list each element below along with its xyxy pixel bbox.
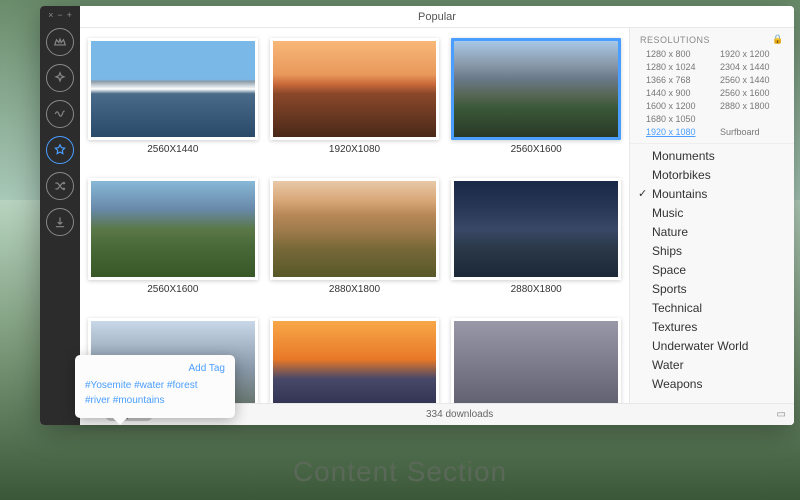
wallpaper-thumb[interactable] — [451, 318, 621, 403]
category-item[interactable]: Sports — [630, 279, 794, 298]
thumbnail-image[interactable] — [451, 38, 621, 140]
resolution-option[interactable]: 1366 x 768 — [638, 75, 712, 85]
category-item[interactable]: Motorbikes — [630, 165, 794, 184]
content: 2560X1440 1920X1080 2560X1600 2560X1600 2880… — [80, 28, 794, 403]
thumbnail-image[interactable] — [270, 178, 440, 280]
category-item[interactable]: Textures — [630, 317, 794, 336]
category-item[interactable]: Ships — [630, 241, 794, 260]
thumbnail-image[interactable] — [451, 318, 621, 403]
resolution-option — [712, 114, 786, 124]
wallpaper-grid: 2560X1440 1920X1080 2560X1600 2560X1600 2880… — [80, 28, 629, 403]
zoom-icon[interactable]: + — [67, 10, 72, 20]
resolution-option[interactable]: 1680 x 1050 — [638, 114, 712, 124]
window-controls[interactable]: × − + — [48, 10, 72, 20]
close-icon[interactable]: × — [48, 10, 53, 20]
shuffle-icon[interactable] — [46, 172, 74, 200]
sparkle-icon[interactable] — [46, 64, 74, 92]
category-list: MonumentsMotorbikesMountainsMusicNatureS… — [630, 143, 794, 403]
tags-popover: Add Tag #Yosemite #water #forest #river … — [75, 355, 235, 418]
lock-icon[interactable]: 🔒 — [772, 34, 784, 45]
crown-icon[interactable] — [46, 28, 74, 56]
wallpaper-thumb[interactable] — [270, 318, 440, 403]
category-item[interactable]: Weapons — [630, 374, 794, 393]
sidebar: × − + — [40, 6, 80, 425]
thumbnail-resolution: 2880X1800 — [329, 284, 380, 295]
right-panel: RESOLUTIONS 🔒 1280 x 8001920 x 12001280 … — [629, 28, 794, 403]
resolutions-heading: RESOLUTIONS — [640, 35, 710, 45]
thumbnail-image[interactable] — [270, 38, 440, 140]
display-icon[interactable]: ▭ — [766, 409, 786, 420]
wallpaper-thumb[interactable]: 2880X1800 — [270, 178, 440, 308]
download-icon[interactable] — [46, 208, 74, 236]
category-item[interactable]: Music — [630, 203, 794, 222]
resolution-option[interactable]: 1280 x 800 — [638, 49, 712, 59]
resolution-option[interactable]: 2304 x 1440 — [712, 62, 786, 72]
thumbnail-resolution: 2880X1800 — [511, 284, 562, 295]
thumbnail-resolution: 2560X1600 — [147, 284, 198, 295]
resolutions-grid: 1280 x 8001920 x 12001280 x 10242304 x 1… — [630, 49, 794, 141]
resolution-option[interactable]: 1920 x 1080 — [638, 127, 712, 137]
window-title: Popular — [418, 11, 456, 23]
category-item[interactable]: Monuments — [630, 146, 794, 165]
thumbnail-resolution: 2560X1600 — [511, 144, 562, 155]
titlebar: Popular — [80, 6, 794, 28]
resolution-option[interactable]: 2560 x 1600 — [712, 88, 786, 98]
resolution-option[interactable]: 1440 x 900 — [638, 88, 712, 98]
resolution-option[interactable]: 1280 x 1024 — [638, 62, 712, 72]
thumbnail-image[interactable] — [88, 178, 258, 280]
category-item[interactable]: Technical — [630, 298, 794, 317]
resolution-option[interactable]: 1600 x 1200 — [638, 101, 712, 111]
category-item[interactable]: Nature — [630, 222, 794, 241]
category-item[interactable]: Underwater World — [630, 336, 794, 355]
tag-list[interactable]: #Yosemite #water #forest #river #mountai… — [85, 378, 225, 408]
wallpaper-thumb[interactable]: 2880X1800 — [451, 178, 621, 308]
resolution-option[interactable]: 2880 x 1800 — [712, 101, 786, 111]
wallpaper-thumb[interactable]: 1920X1080 — [270, 38, 440, 168]
thumbnail-image[interactable] — [88, 38, 258, 140]
category-item[interactable]: Mountains — [630, 184, 794, 203]
thumbnail-image[interactable] — [270, 318, 440, 403]
thumbnail-resolution: 1920X1080 — [329, 144, 380, 155]
download-count: 334 downloads — [153, 409, 766, 420]
minimize-icon[interactable]: − — [57, 10, 62, 20]
resolution-option[interactable]: Surfboard — [712, 127, 786, 137]
wallpaper-thumb[interactable]: 2560X1440 — [88, 38, 258, 168]
footer-caption: Content Section — [0, 456, 800, 488]
thumbnail-resolution: 2560X1440 — [147, 144, 198, 155]
squiggle-icon[interactable] — [46, 100, 74, 128]
wallpaper-thumb[interactable]: 2560X1600 — [88, 178, 258, 308]
resolution-option[interactable]: 1920 x 1200 — [712, 49, 786, 59]
category-item[interactable]: Space — [630, 260, 794, 279]
thumbnail-image[interactable] — [451, 178, 621, 280]
wallpaper-thumb[interactable]: 2560X1600 — [451, 38, 621, 168]
resolution-option[interactable]: 2560 x 1440 — [712, 75, 786, 85]
add-tag-button[interactable]: Add Tag — [85, 363, 225, 374]
category-item[interactable]: Water — [630, 355, 794, 374]
star-icon[interactable] — [46, 136, 74, 164]
